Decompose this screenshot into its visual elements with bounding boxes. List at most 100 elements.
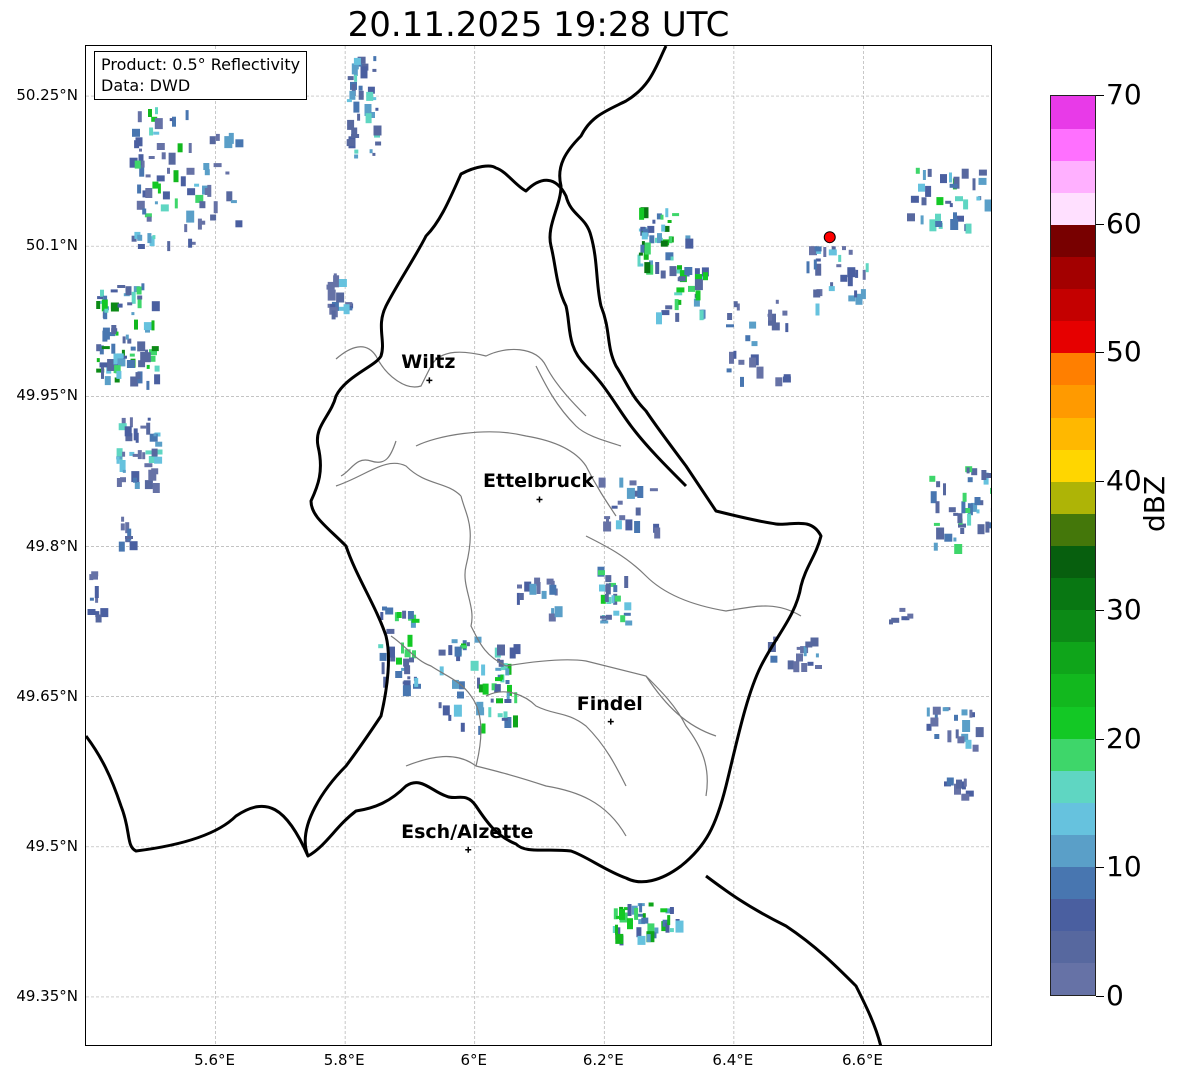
radar-echo-pixel [199, 201, 206, 209]
radar-echo-pixel [129, 353, 135, 357]
radar-echo-pixel [351, 134, 360, 138]
radar-echo-pixel [407, 676, 411, 680]
radar-echo-pixel [466, 642, 470, 647]
radar-echo-pixel [848, 249, 853, 255]
radar-echo-pixel [151, 468, 159, 475]
radar-echo-pixel [933, 542, 938, 551]
radar-echo-pixel [358, 85, 363, 91]
radar-echo-pixel [624, 576, 629, 588]
radar-echo-pixel [354, 154, 359, 159]
radar-echo-pixel [806, 261, 810, 274]
radar-echo-pixel [639, 207, 645, 220]
colorbar-tick [1096, 996, 1104, 997]
radar-echo-pixel [100, 289, 104, 297]
radar-echo-pixel [116, 478, 122, 487]
radar-echo-pixel [814, 246, 822, 252]
radar-echo-pixel [347, 76, 354, 81]
radar-echo-pixel [960, 528, 965, 534]
radar-echo-pixel [154, 374, 161, 385]
radar-echo-pixel [617, 500, 623, 505]
radar-echo-pixel [379, 652, 387, 661]
radar-echo-pixel [439, 666, 444, 676]
radar-echo-pixel [94, 586, 99, 598]
lat-tick-label: 49.8°N [25, 536, 78, 555]
lat-tick-label: 49.95°N [16, 386, 78, 405]
radar-echo-pixel [665, 208, 669, 218]
radar-echo-pixel [89, 597, 94, 601]
radar-echo-pixel [448, 714, 452, 721]
radar-echo-pixel [137, 244, 145, 249]
colorbar-segment [1051, 802, 1095, 835]
radar-echo-pixel [95, 614, 102, 623]
radar-echo-pixel [667, 220, 672, 223]
radar-echo-pixel [141, 283, 145, 291]
radar-echo-pixel [954, 714, 958, 721]
lat-tick-label: 50.1°N [25, 236, 78, 255]
city-label: Esch/Alzette [401, 820, 534, 843]
radar-echo-pixel [641, 917, 649, 924]
radar-echo-pixel [125, 536, 133, 539]
radar-echo-pixel [101, 346, 110, 350]
radar-echo-pixel [184, 224, 188, 233]
radar-echo-pixel [770, 655, 778, 663]
radar-echo-pixel [505, 668, 510, 676]
radar-echo-pixel [688, 285, 695, 292]
canton-border-center-west [335, 462, 462, 497]
radar-echo-pixel [865, 263, 869, 273]
radar-echo-pixel [327, 289, 336, 301]
radar-echo-pixel [627, 918, 633, 930]
radar-echo-pixel [168, 152, 176, 165]
radar-echo-pixel [936, 481, 941, 488]
colorbar-segment [1051, 609, 1095, 643]
radar-echo-pixel [675, 920, 684, 933]
radar-echo-pixel [457, 691, 464, 699]
radar-echo-pixel [481, 664, 486, 676]
radar-echo-pixel [116, 370, 122, 379]
radar-echo-pixel [614, 595, 621, 602]
radar-echo-pixel [985, 521, 990, 533]
radar-echo-pixel [634, 521, 641, 533]
colorbar-tick-label: 0 [1106, 979, 1124, 1012]
radar-echo-pixel [860, 289, 866, 300]
radar-echo-pixel [130, 346, 136, 351]
radar-echo-pixel [598, 477, 606, 488]
radar-echo-pixel [805, 641, 813, 648]
radar-echo-pixel [889, 619, 893, 625]
radar-echo-pixel [946, 777, 954, 786]
radar-echo-pixel [404, 665, 411, 675]
radar-echo-pixel [346, 99, 352, 103]
radar-echo-pixel [684, 267, 693, 275]
radar-echo-pixel [862, 269, 866, 280]
radar-echo-pixel [111, 343, 116, 354]
radar-echo-pixel [488, 707, 492, 718]
radar-echo-pixel [749, 357, 757, 368]
radar-echo-pixel [615, 933, 624, 944]
canton-border-northeast [535, 365, 622, 447]
radar-echo-pixel [783, 374, 791, 378]
radar-echo-pixel [638, 252, 643, 256]
colorbar-segment [1051, 930, 1095, 964]
radar-echo-pixel [529, 583, 537, 595]
radar-echo-pixel [154, 201, 158, 205]
radar-echo-pixel [726, 324, 734, 328]
colorbar-segment [1051, 898, 1095, 932]
radar-echo-pixel [672, 213, 680, 217]
radar-echo-pixel [624, 602, 632, 611]
radar-echo-pixel [117, 357, 126, 367]
lat-tick-label: 49.5°N [25, 836, 78, 855]
radar-echo-pixel [667, 915, 671, 926]
radar-echo-pixel [121, 516, 125, 522]
radar-echo-pixel [823, 247, 827, 257]
radar-echo-pixel [145, 450, 153, 455]
radar-echo-pixel [635, 507, 641, 516]
radar-echo-pixel [965, 739, 972, 749]
radar-echo-pixel [977, 524, 985, 535]
radar-echo-pixel [676, 287, 685, 293]
colorbar-segment [1051, 96, 1095, 129]
radar-echo-pixel [381, 662, 385, 675]
colorbar-segment [1051, 577, 1095, 611]
germany-border-south [705, 874, 883, 1045]
radar-echo-pixel [369, 149, 373, 154]
radar-map[interactable] [85, 45, 992, 1046]
radar-echo-pixel [333, 273, 337, 278]
